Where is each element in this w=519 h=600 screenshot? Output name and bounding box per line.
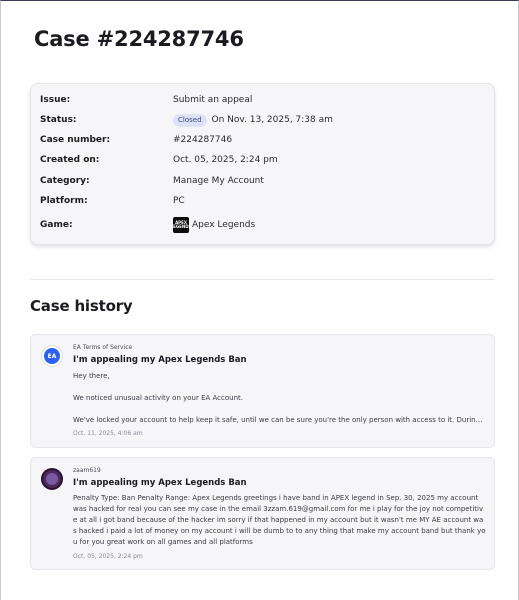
message-author: zaam619 <box>73 467 101 474</box>
status-badge: Closed <box>173 113 207 127</box>
ea-logo-icon: EA <box>44 348 60 364</box>
case-number-row: Case number: #224287746 <box>31 130 494 150</box>
game-label: Game: <box>40 220 73 230</box>
created-value: Oct. 05, 2025, 2:24 pm <box>173 155 278 165</box>
status-date: On Nov. 13, 2025, 7:38 am <box>211 115 333 125</box>
issue-row: Issue: Submit an appeal <box>31 90 494 110</box>
ea-logo-avatar: EA <box>41 345 63 367</box>
category-label: Category: <box>40 176 90 186</box>
message-body-line: Hey there, <box>73 372 110 380</box>
case-history-title: Case history <box>30 297 133 315</box>
message-body: Penalty Type: Ban Penalty Range: Apex Le… <box>73 494 486 546</box>
issue-value: Submit an appeal <box>173 95 253 105</box>
issue-label: Issue: <box>40 95 71 105</box>
game-row: Game: APEX LEGENDS Apex Legends <box>31 215 494 235</box>
history-message-user: zaam619 I'm appealing my Apex Legends Ba… <box>30 457 495 570</box>
game-value-wrap: APEX LEGENDS Apex Legends <box>171 217 256 233</box>
message-author: EA Terms of Service <box>73 344 133 351</box>
user-avatar-icon <box>41 468 63 490</box>
message-subject: I'm appealing my Apex Legends Ban <box>73 355 247 365</box>
page-title: Case #224287746 <box>34 27 244 51</box>
status-row: Status: Closed On Nov. 13, 2025, 7:38 am <box>31 110 494 130</box>
platform-row: Platform: PC <box>31 191 494 211</box>
created-label: Created on: <box>40 155 100 165</box>
category-row: Category: Manage My Account <box>31 171 494 191</box>
case-details-card: Issue: Submit an appeal Status: Closed O… <box>30 83 495 245</box>
message-subject: I'm appealing my Apex Legends Ban <box>73 478 247 488</box>
case-number-value: #224287746 <box>173 135 233 145</box>
platform-label: Platform: <box>40 196 88 206</box>
avatar-image <box>46 473 58 485</box>
status-label: Status: <box>40 115 77 125</box>
apex-legends-logo-icon: APEX LEGENDS <box>171 217 191 233</box>
section-divider <box>30 279 495 280</box>
message-timestamp: Oct. 05, 2025, 2:24 pm <box>73 553 143 560</box>
history-message-ea: EA EA Terms of Service I'm appealing my … <box>30 334 495 448</box>
message-body-line: We've locked your account to help keep i… <box>73 416 485 424</box>
platform-value: PC <box>173 196 185 206</box>
created-row: Created on: Oct. 05, 2025, 2:24 pm <box>31 150 494 170</box>
case-number-label: Case number: <box>40 135 111 145</box>
message-body-line: We noticed unusual activity on your EA A… <box>73 394 243 402</box>
message-timestamp: Oct. 11, 2025, 4:06 am <box>73 430 143 437</box>
game-value: Apex Legends <box>192 220 256 230</box>
status-value: Closed On Nov. 13, 2025, 7:38 am <box>173 113 333 127</box>
category-value: Manage My Account <box>173 176 264 186</box>
